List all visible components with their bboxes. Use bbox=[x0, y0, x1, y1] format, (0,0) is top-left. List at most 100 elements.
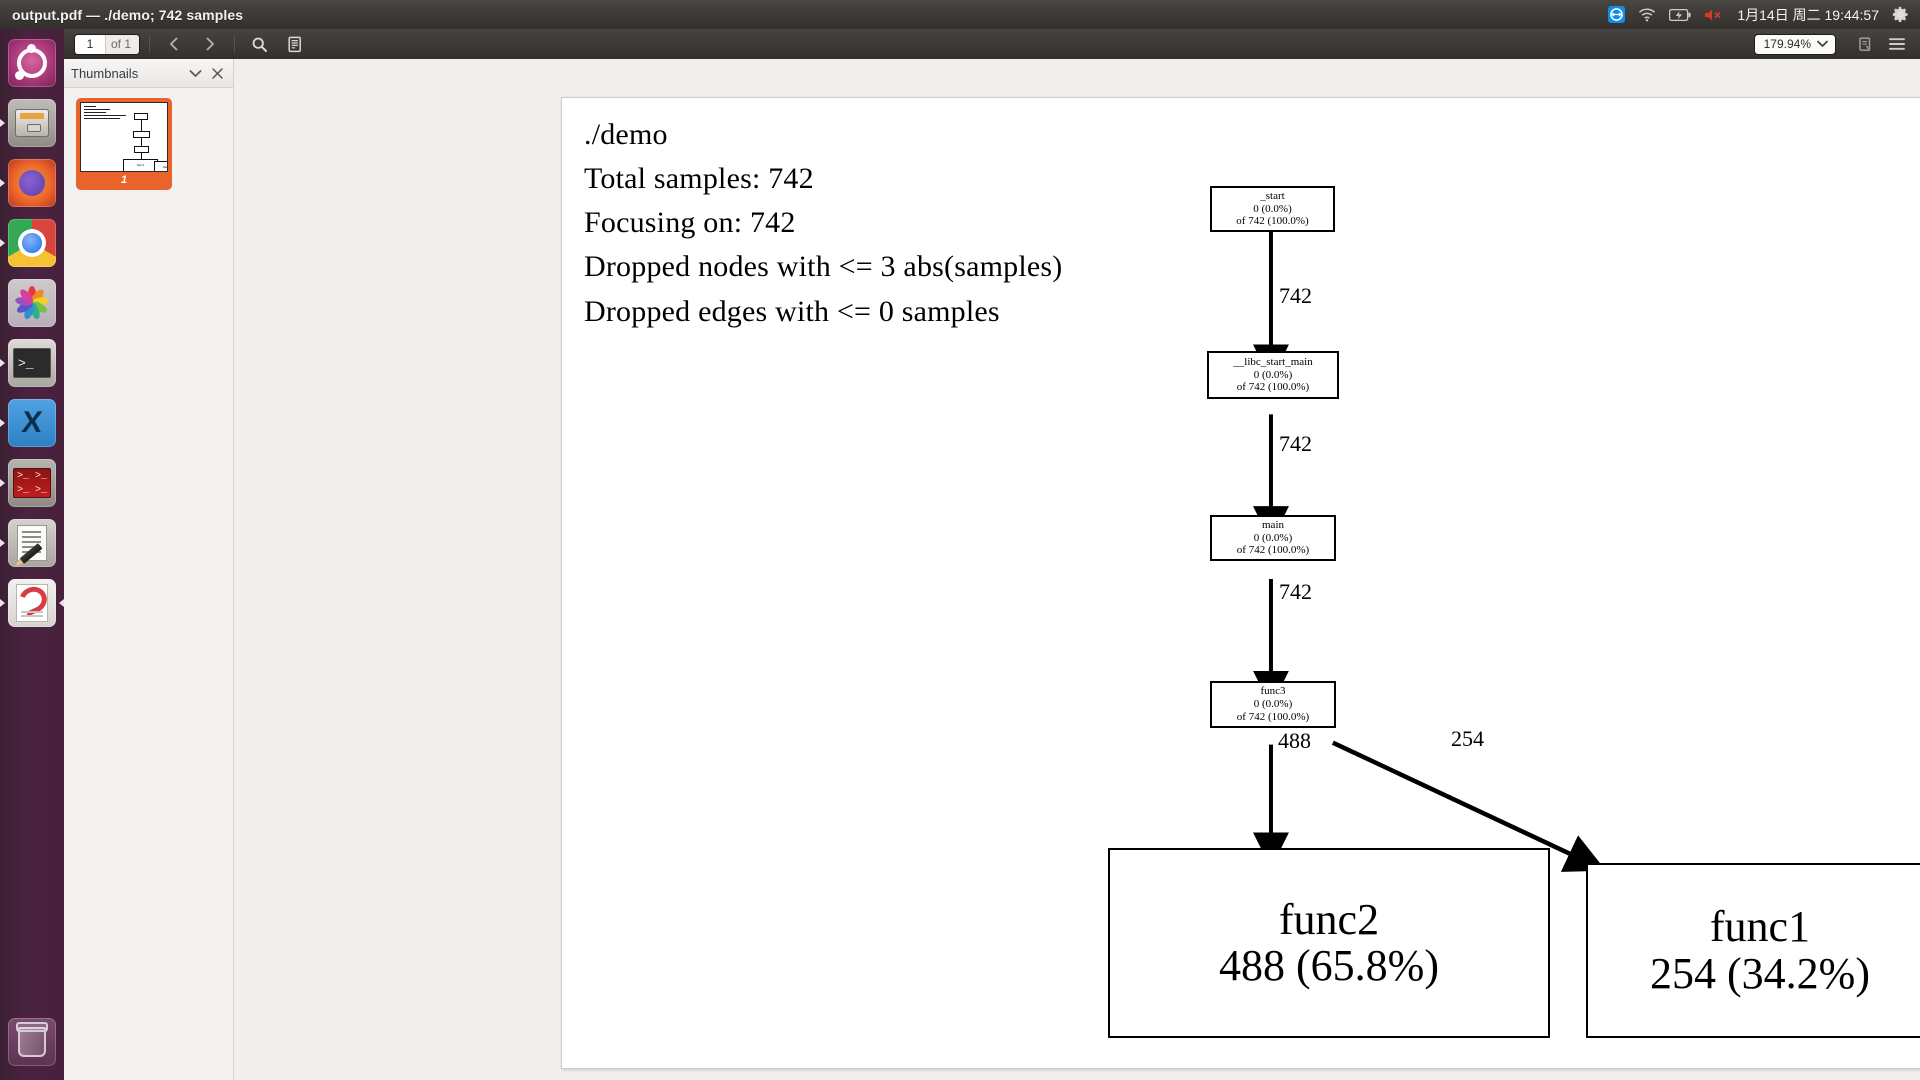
dock-item-photos[interactable] bbox=[0, 273, 64, 333]
dock-item-ubuntu-dash[interactable] bbox=[0, 33, 64, 93]
document-viewer-window: of 1 179.94% bbox=[64, 29, 1920, 1080]
pdf-page: ./demo Total samples: 742 Focusing on: 7… bbox=[561, 97, 1920, 1069]
node-self: 488 (65.8%) bbox=[1219, 941, 1439, 990]
running-indicator bbox=[0, 599, 5, 607]
menu-icon[interactable] bbox=[1882, 32, 1912, 56]
toolbar-separator bbox=[149, 35, 151, 53]
teamviewer-icon[interactable] bbox=[1608, 6, 1626, 23]
doc-header-line-2: Total samples: 742 bbox=[584, 162, 814, 195]
doc-header-line-5: Dropped edges with <= 0 samples bbox=[584, 295, 1000, 328]
dock-item-firefox[interactable] bbox=[0, 153, 64, 213]
photos-flower-icon bbox=[8, 279, 56, 327]
dock-item-files[interactable] bbox=[0, 93, 64, 153]
running-indicator bbox=[0, 419, 5, 427]
sidebar-title: Thumbnails bbox=[71, 65, 139, 81]
edge-label-main-func3: 742 bbox=[1279, 579, 1312, 604]
node-self: 0 (0.0%) bbox=[1253, 368, 1293, 381]
chevron-down-icon bbox=[1817, 35, 1828, 53]
toolbar-right-tools bbox=[1850, 32, 1912, 56]
previous-page-button[interactable] bbox=[159, 32, 189, 56]
dock-item-text-editor[interactable] bbox=[0, 513, 64, 573]
doc-header-line-4: Dropped nodes with <= 3 abs(samples) bbox=[584, 250, 1063, 283]
clock[interactable]: 1月14日 周二 19:44:57 bbox=[1737, 5, 1879, 25]
thumbnail-preview: func2 func1 bbox=[80, 102, 168, 172]
graph-node-main[interactable]: main 0 (0.0%) of 742 (100.0%) bbox=[1210, 515, 1336, 561]
dock-item-red-terminal[interactable]: >_ >_ >_ >_ bbox=[0, 453, 64, 513]
thumbnail-list: func2 func1 1 bbox=[64, 88, 233, 190]
window-title: output.pdf — ./demo; 742 samples bbox=[12, 6, 244, 23]
sidebar-mode-dropdown[interactable] bbox=[186, 69, 205, 78]
dock-item-trash[interactable] bbox=[0, 1012, 64, 1072]
graph-node-__libc_start_main[interactable]: __libc_start_main 0 (0.0%) of 742 (100.0… bbox=[1207, 351, 1339, 399]
document-view[interactable]: ./demo Total samples: 742 Focusing on: 7… bbox=[234, 59, 1920, 1080]
next-page-button[interactable] bbox=[195, 32, 225, 56]
volume-muted-icon[interactable] bbox=[1704, 8, 1724, 22]
edge-label-func3-func2: 488 bbox=[1278, 728, 1311, 753]
zoom-value: 179.94% bbox=[1763, 37, 1811, 51]
node-title: func1 bbox=[1709, 902, 1811, 952]
running-indicator bbox=[0, 359, 5, 367]
gear-icon[interactable] bbox=[1892, 6, 1909, 23]
ubuntu-icon bbox=[8, 39, 56, 87]
search-icon[interactable] bbox=[244, 32, 274, 56]
edge-label-libc-main: 742 bbox=[1279, 431, 1312, 456]
running-indicator bbox=[0, 539, 5, 547]
wifi-icon[interactable] bbox=[1638, 7, 1656, 22]
thumbnail-page-label: 1 bbox=[120, 174, 128, 186]
terminator-icon: >_ >_ >_ >_ bbox=[8, 459, 56, 507]
node-total: of 742 (100.0%) bbox=[1236, 215, 1309, 228]
graph-node-func2[interactable]: func2 488 (65.8%) bbox=[1108, 848, 1550, 1038]
battery-icon[interactable] bbox=[1669, 8, 1691, 21]
system-tray: 1月14日 周二 19:44:57 bbox=[1608, 5, 1920, 25]
terminal-icon: >_ bbox=[8, 339, 56, 387]
annotations-icon[interactable] bbox=[280, 32, 310, 56]
files-icon bbox=[8, 99, 56, 147]
node-self: 254 (34.2%) bbox=[1650, 948, 1870, 998]
page-selector[interactable]: of 1 bbox=[74, 33, 141, 55]
toolbar: of 1 179.94% bbox=[64, 29, 1920, 59]
dock-item-document-viewer[interactable] bbox=[0, 573, 64, 633]
edge-label-func3-func1: 254 bbox=[1451, 726, 1484, 751]
node-self: 0 (0.0%) bbox=[1253, 698, 1293, 711]
doc-header-line-1: ./demo bbox=[584, 118, 668, 151]
graph-node-func1[interactable]: func1 254 (34.2%) bbox=[1586, 863, 1920, 1038]
dock-item-chrome[interactable] bbox=[0, 213, 64, 273]
thumbnail-item[interactable]: func2 func1 1 bbox=[76, 98, 172, 190]
graph-node-func3[interactable]: func3 0 (0.0%) of 742 (100.0%) bbox=[1210, 681, 1336, 728]
node-self: 0 (0.0%) bbox=[1253, 531, 1293, 544]
sidebar-header: Thumbnails bbox=[64, 59, 233, 88]
node-title: __libc_start_main bbox=[1233, 355, 1313, 368]
text-editor-icon bbox=[8, 519, 56, 567]
chrome-icon bbox=[8, 219, 56, 267]
running-indicator bbox=[0, 239, 5, 247]
dock-item-terminal[interactable]: >_ bbox=[0, 333, 64, 393]
node-total: of 742 (100.0%) bbox=[1236, 710, 1310, 723]
sidebar: Thumbnails func2 fun 1 bbox=[64, 59, 234, 1080]
graph-node-_start[interactable]: _start 0 (0.0%) of 742 (100.0%) bbox=[1210, 186, 1335, 232]
node-total: of 742 (100.0%) bbox=[1236, 381, 1310, 394]
zoom-selector[interactable]: 179.94% bbox=[1753, 33, 1836, 55]
running-indicator bbox=[0, 479, 5, 487]
edge-label-start-libc: 742 bbox=[1279, 283, 1312, 308]
vscode-icon: X bbox=[8, 399, 56, 447]
node-title: main bbox=[1262, 518, 1284, 531]
node-self: 0 (0.0%) bbox=[1253, 202, 1292, 215]
select-tool-icon[interactable] bbox=[1850, 32, 1880, 56]
page-total-label: of 1 bbox=[105, 34, 140, 54]
unity-launcher: >_ X >_ >_ >_ >_ bbox=[0, 29, 64, 1080]
doc-header-line-3: Focusing on: 742 bbox=[584, 206, 796, 239]
thumbnail-text-lines bbox=[84, 106, 130, 121]
node-total: of 742 (100.0%) bbox=[1236, 544, 1310, 557]
running-indicator bbox=[0, 119, 5, 127]
page-number-input[interactable] bbox=[75, 34, 105, 54]
firefox-icon bbox=[8, 159, 56, 207]
node-title: _start bbox=[1260, 189, 1285, 202]
window-body: Thumbnails func2 fun 1 ./demo Total samp… bbox=[64, 59, 1920, 1080]
document-viewer-icon bbox=[8, 579, 56, 627]
dock-item-vscode[interactable]: X bbox=[0, 393, 64, 453]
node-title: func3 bbox=[1260, 685, 1286, 698]
toolbar-separator bbox=[234, 35, 236, 53]
node-title: func2 bbox=[1278, 894, 1380, 944]
close-icon[interactable] bbox=[209, 67, 226, 79]
running-indicator bbox=[0, 179, 5, 187]
